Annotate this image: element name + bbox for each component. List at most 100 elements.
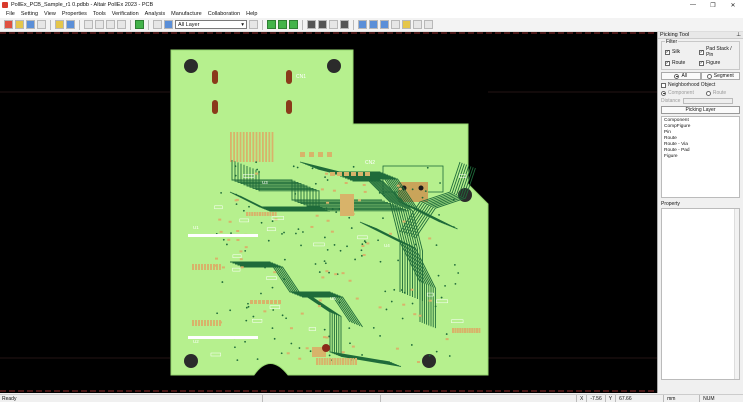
via[interactable] [426,166,429,169]
via[interactable] [300,207,303,210]
via[interactable] [221,281,224,283]
via[interactable] [247,305,250,308]
via[interactable] [360,249,363,252]
pad[interactable] [270,300,273,304]
pad[interactable] [330,172,335,176]
pad[interactable] [204,320,206,326]
smd-pad[interactable] [398,187,402,190]
zoom-fit-icon[interactable] [117,20,126,29]
via[interactable] [248,205,250,208]
smd-pad[interactable] [321,276,325,279]
picking-layer-button[interactable]: Picking Layer [661,106,740,114]
smd-pad[interactable] [402,303,406,306]
pad[interactable] [347,358,350,365]
via[interactable] [281,232,283,235]
via[interactable] [318,271,321,273]
via[interactable] [452,226,455,228]
smd-pad[interactable] [318,299,322,302]
pad[interactable] [195,264,197,270]
via[interactable] [361,354,363,356]
pad[interactable] [250,300,253,304]
filter-silk-checkbox[interactable]: ✓ Silk [665,49,699,55]
via[interactable] [434,305,437,308]
smd-pad[interactable] [363,190,367,193]
via[interactable] [242,209,245,212]
pad[interactable] [358,172,363,176]
via[interactable] [280,352,283,355]
pad[interactable] [266,212,269,216]
smd-pad[interactable] [227,238,231,241]
via[interactable] [453,263,456,266]
pad[interactable] [192,264,194,270]
pcb-board[interactable] [170,49,489,376]
via[interactable] [271,286,274,289]
slot-pad[interactable] [212,100,218,114]
pad[interactable] [213,264,215,270]
via[interactable] [421,196,424,199]
via[interactable] [401,317,404,320]
connector-pin[interactable] [252,132,255,162]
via[interactable] [377,239,379,242]
connector-pin[interactable] [249,132,251,162]
connector-pin[interactable] [236,132,239,162]
via[interactable] [411,302,414,305]
pad[interactable] [248,212,251,216]
pad[interactable] [478,328,481,333]
via[interactable] [280,208,282,211]
zoom-window-icon[interactable] [106,20,115,29]
via[interactable] [267,239,270,242]
smd-pad[interactable] [357,199,361,202]
via[interactable] [457,272,460,274]
pad[interactable] [466,328,469,333]
menu-collaboration[interactable]: Collaboration [208,11,240,17]
view-mode-2-icon[interactable] [318,20,327,29]
smd-pad[interactable] [317,305,321,308]
smd-pad[interactable] [395,347,399,350]
via[interactable] [349,342,351,345]
via[interactable] [294,192,297,195]
via[interactable] [378,191,381,194]
pad[interactable] [213,320,215,326]
menu-analysis[interactable]: Analysis [145,11,165,17]
via[interactable] [372,327,375,329]
via[interactable] [328,354,331,357]
via[interactable] [448,355,451,357]
zoom-out-icon[interactable] [95,20,104,29]
new-file-icon[interactable] [4,20,13,29]
smd-pad[interactable] [410,288,414,291]
via[interactable] [234,346,236,349]
pad[interactable] [329,358,331,365]
via[interactable] [326,308,329,311]
smd-pad[interactable] [305,347,309,350]
via[interactable] [311,167,314,170]
via[interactable] [335,211,338,214]
pad[interactable] [461,328,464,333]
pad[interactable] [266,300,269,304]
smd-pad[interactable] [234,199,238,202]
pad[interactable] [337,172,342,176]
pad[interactable] [318,152,323,157]
pad[interactable] [344,172,349,176]
pad[interactable] [262,300,265,304]
via[interactable] [354,258,356,261]
via[interactable] [245,319,248,322]
pad[interactable] [323,358,326,365]
via[interactable] [256,168,259,171]
pad[interactable] [355,358,357,365]
pad[interactable] [253,212,256,216]
via[interactable] [229,309,232,312]
pad[interactable] [192,320,194,326]
via[interactable] [230,232,232,235]
via[interactable] [414,243,417,246]
smd-pad[interactable] [263,310,267,313]
pad[interactable] [216,320,218,326]
menu-manufacture[interactable]: Manufacture [171,11,202,17]
via[interactable] [247,302,249,305]
grid-icon[interactable] [358,20,367,29]
via[interactable] [393,288,396,291]
via[interactable] [411,188,414,191]
mode-segment-radio[interactable]: Segment [700,72,740,80]
pad[interactable] [309,152,314,157]
pad[interactable] [210,320,212,326]
via[interactable] [235,203,238,206]
